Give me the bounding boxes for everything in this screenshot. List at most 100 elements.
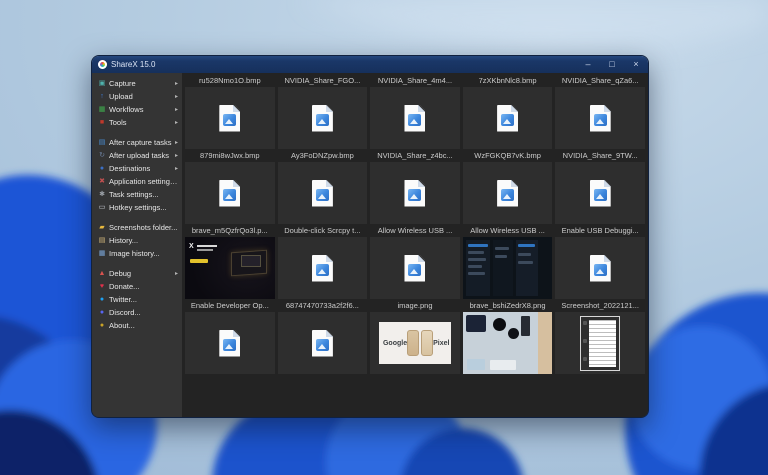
file-name: Allow Wireless USB ... — [377, 226, 453, 235]
grid-item[interactable]: NVIDIA_Share_z4bc... — [370, 149, 460, 224]
titlebar[interactable]: ShareX 15.0 – □ × — [92, 56, 648, 73]
minimize-button[interactable]: – — [576, 56, 600, 73]
grid-item[interactable]: NVIDIA_Share_4m4... — [370, 74, 460, 149]
grid-item[interactable]: Allow Wireless USB ... — [462, 224, 553, 299]
chevron-right-icon: ▸ — [174, 81, 178, 87]
chevron-right-icon: ▸ — [174, 166, 178, 172]
chevron-right-icon: ▸ — [174, 140, 178, 146]
sidebar-item-donate[interactable]: ♥ Donate... — [92, 280, 182, 293]
tools-icon: ■ — [99, 118, 105, 126]
file-name: Screenshot_2022121... — [561, 301, 639, 310]
sidebar-item-image-history[interactable]: ▦ Image history... — [92, 247, 182, 260]
discord-icon: ● — [99, 308, 105, 316]
google-pixel-ad-thumbnail: Google Pixel — [378, 322, 451, 364]
file-name: 879mi8wJwx.bmp — [199, 151, 260, 160]
file-name: brave_m5QzfrQo3l.p... — [191, 226, 268, 235]
image-file-icon — [219, 104, 241, 132]
sidebar-separator — [92, 214, 182, 221]
dark-banner-thumbnail: X — [185, 237, 275, 299]
sidebar-item-debug[interactable]: ▲ Debug ▸ — [92, 267, 182, 280]
grid-item[interactable]: Allow Wireless USB ... — [370, 224, 460, 299]
image-file-icon — [311, 254, 333, 282]
sidebar-item-workflows[interactable]: ▦ Workflows ▸ — [92, 103, 182, 116]
google-wordmark: Google — [382, 339, 408, 347]
sidebar-item-destinations[interactable]: ● Destinations ▸ — [92, 162, 182, 175]
image-file-icon — [589, 104, 611, 132]
sidebar-item-screenshots-folder[interactable]: ▰ Screenshots folder... — [92, 221, 182, 234]
file-name: 68747470733a2f2f6... — [285, 301, 359, 310]
screenshots-folder-icon: ▰ — [99, 223, 105, 231]
file-name: Enable Developer Op... — [190, 301, 269, 310]
chevron-right-icon: ▸ — [174, 94, 178, 100]
grid-item[interactable]: ru528Nmo1O.bmp — [185, 74, 275, 149]
grid-item[interactable]: brave_m5QzfrQo3l.p... X — [185, 224, 275, 299]
sidebar-item-capture[interactable]: ▣ Capture ▸ — [92, 77, 182, 90]
twitter-icon: ● — [99, 295, 105, 303]
pixel-phones-image — [407, 330, 434, 356]
image-file-icon — [589, 179, 611, 207]
grid-item[interactable]: Enable Developer Op... — [185, 299, 275, 374]
workflows-icon: ▦ — [98, 105, 106, 113]
image-file-icon — [497, 179, 519, 207]
grid-item[interactable]: 7zXKbnNlc8.bmp — [462, 74, 553, 149]
watch-collage-thumbnail — [462, 312, 553, 374]
sidebar-item-about[interactable]: ● About... — [92, 319, 182, 332]
grid-item[interactable]: NVIDIA_Share_FGO... — [277, 74, 368, 149]
grid-item[interactable]: 879mi8wJwx.bmp — [185, 149, 275, 224]
sidebar-item-application-settings[interactable]: ✖ Application settings... — [92, 175, 182, 188]
grid-item[interactable]: image.png Google Pixel — [370, 299, 460, 374]
grid-item[interactable]: brave_bshiZedrX8.png — [462, 299, 553, 374]
file-name: Double-click Scrcpy t... — [284, 226, 361, 235]
debug-icon: ▲ — [98, 269, 106, 277]
after-upload-tasks-icon: ↻ — [99, 151, 105, 159]
chevron-right-icon: ▸ — [174, 120, 178, 126]
grid-item[interactable]: NVIDIA_Share_qZa6... — [555, 74, 645, 149]
maximize-button[interactable]: □ — [600, 56, 624, 73]
file-name: NVIDIA_Share_FGO... — [284, 76, 361, 85]
image-file-icon — [589, 254, 611, 282]
image-file-icon — [219, 179, 241, 207]
grid-item[interactable]: 68747470733a2f2f6... — [277, 299, 368, 374]
sidebar-item-tools[interactable]: ■ Tools ▸ — [92, 116, 182, 129]
application-settings-icon: ✖ — [99, 177, 105, 185]
sidebar-item-upload[interactable]: ↑ Upload ▸ — [92, 90, 182, 103]
chevron-right-icon: ▸ — [174, 107, 178, 113]
destinations-icon: ● — [99, 164, 105, 172]
file-name: NVIDIA_Share_4m4... — [377, 76, 453, 85]
file-name: image.png — [397, 301, 433, 310]
sidebar-separator — [92, 129, 182, 136]
image-file-icon — [404, 179, 426, 207]
sidebar-item-hotkey-settings[interactable]: ▭ Hotkey settings... — [92, 201, 182, 214]
close-button[interactable]: × — [624, 56, 648, 73]
hotkey-settings-icon: ▭ — [98, 203, 106, 211]
sidebar-item-after-capture-tasks[interactable]: ▤ After capture tasks ▸ — [92, 136, 182, 149]
file-name: Enable USB Debuggi... — [561, 226, 639, 235]
chevron-right-icon: ▸ — [174, 153, 178, 159]
grid-item[interactable]: Screenshot_2022121... — [555, 299, 645, 374]
image-file-icon — [219, 329, 241, 357]
donate-icon: ♥ — [99, 282, 105, 290]
grid-item[interactable]: Ay3FoDNZpw.bmp — [277, 149, 368, 224]
image-file-icon — [311, 179, 333, 207]
sidebar-item-twitter[interactable]: ● Twitter... — [92, 293, 182, 306]
grid-item[interactable]: Enable USB Debuggi... — [555, 224, 645, 299]
sidebar-item-after-upload-tasks[interactable]: ↻ After upload tasks ▸ — [92, 149, 182, 162]
grid-item[interactable]: WzFGKQB7vK.bmp — [462, 149, 553, 224]
desktop: ShareX 15.0 – □ × ▣ Capture ▸ ↑ Upload ▸ — [0, 0, 768, 475]
after-capture-tasks-icon: ▤ — [98, 138, 106, 146]
file-name: Allow Wireless USB ... — [470, 226, 545, 235]
file-name: WzFGKQB7vK.bmp — [474, 151, 541, 160]
about-icon: ● — [99, 321, 105, 329]
sidebar-menu: ▣ Capture ▸ ↑ Upload ▸ ▦ Workflows ▸ ■ T… — [92, 73, 182, 417]
file-name: NVIDIA_Share_z4bc... — [377, 151, 453, 160]
sidebar-separator — [92, 260, 182, 267]
sidebar-item-task-settings[interactable]: ✱ Task settings... — [92, 188, 182, 201]
upload-icon: ↑ — [100, 92, 104, 100]
sidebar-item-history[interactable]: ▤ History... — [92, 234, 182, 247]
window-controls: – □ × — [576, 56, 648, 73]
sidebar-item-discord[interactable]: ● Discord... — [92, 306, 182, 319]
file-name: 7zXKbnNlc8.bmp — [478, 76, 537, 85]
grid-item[interactable]: NVIDIA_Share_9TW... — [555, 149, 645, 224]
window-body: ▣ Capture ▸ ↑ Upload ▸ ▦ Workflows ▸ ■ T… — [92, 73, 648, 417]
grid-item[interactable]: Double-click Scrcpy t... — [277, 224, 368, 299]
